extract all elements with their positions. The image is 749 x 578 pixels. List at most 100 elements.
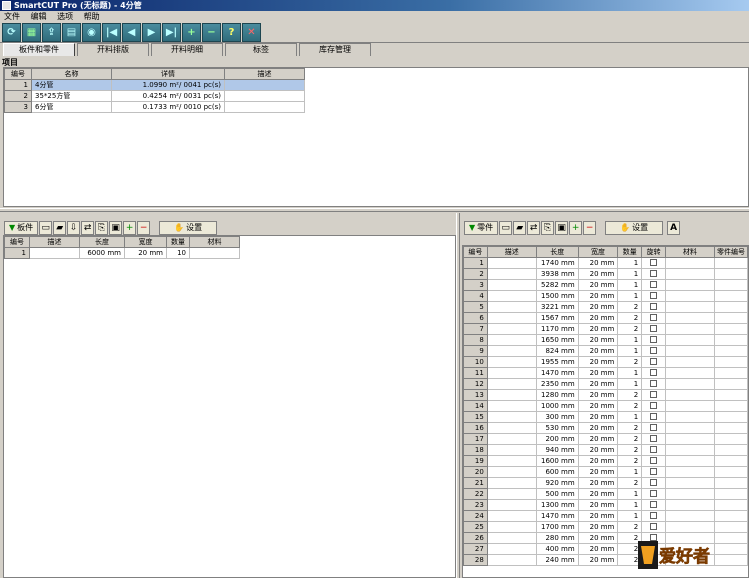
column-header[interactable]: 描述 xyxy=(29,236,80,248)
part-number[interactable] xyxy=(713,257,748,269)
part-description[interactable] xyxy=(486,466,537,478)
part-number[interactable] xyxy=(713,422,748,434)
part-description[interactable] xyxy=(486,510,537,522)
table-row[interactable]: 12 2350 mm 20 mm 1 xyxy=(463,378,748,390)
part-quantity[interactable]: 2 xyxy=(617,301,643,313)
row-number[interactable]: 25 xyxy=(463,521,488,533)
remove-row-icon[interactable]: − xyxy=(583,220,597,235)
part-length[interactable]: 1650 mm xyxy=(535,334,579,346)
menu-help[interactable]: 帮助 xyxy=(80,11,104,22)
part-material[interactable] xyxy=(665,323,715,335)
rotate-checkbox[interactable] xyxy=(650,324,658,332)
table-row[interactable]: 13 1280 mm 20 mm 2 xyxy=(463,389,748,401)
part-number[interactable] xyxy=(713,411,748,423)
table-row[interactable]: 11 1470 mm 20 mm 1 xyxy=(463,367,748,379)
part-material[interactable] xyxy=(665,356,715,368)
row-number[interactable]: 3 xyxy=(463,279,488,291)
table-row[interactable]: 1 4分管 1.0990 m²/ 0041 pc(s) xyxy=(4,79,305,91)
table-row[interactable]: 7 1170 mm 20 mm 2 xyxy=(463,323,748,335)
rotate-checkbox[interactable] xyxy=(650,258,658,266)
table-row[interactable]: 2 3938 mm 20 mm 1 xyxy=(463,268,748,280)
remove-icon[interactable]: − xyxy=(202,23,221,42)
menu-edit[interactable]: 编辑 xyxy=(27,11,51,22)
rotate-checkbox[interactable] xyxy=(650,522,658,530)
row-number[interactable]: 21 xyxy=(463,477,488,489)
part-width[interactable]: 20 mm xyxy=(577,290,619,302)
part-width[interactable]: 20 mm xyxy=(577,400,619,412)
column-header[interactable]: 编号 xyxy=(463,246,488,258)
part-description[interactable] xyxy=(486,367,537,379)
part-description[interactable] xyxy=(486,444,537,456)
part-description[interactable] xyxy=(486,422,537,434)
help-icon[interactable]: ? xyxy=(222,23,241,42)
row-number[interactable]: 2 xyxy=(463,268,488,280)
column-header[interactable]: 材料 xyxy=(189,236,240,248)
part-length[interactable]: 200 mm xyxy=(535,433,579,445)
part-material[interactable] xyxy=(665,499,715,511)
table-row[interactable]: 23 1300 mm 20 mm 1 xyxy=(463,499,748,511)
row-number[interactable]: 28 xyxy=(463,554,488,566)
part-length[interactable]: 1567 mm xyxy=(535,312,579,324)
row-number[interactable]: 16 xyxy=(463,422,488,434)
row-number[interactable]: 1 xyxy=(4,79,32,91)
part-number[interactable] xyxy=(713,455,748,467)
row-number[interactable]: 18 xyxy=(463,444,488,456)
save-icon[interactable]: ▣ xyxy=(555,220,569,235)
part-quantity[interactable]: 2 xyxy=(617,323,643,335)
part-width[interactable]: 20 mm xyxy=(577,279,619,291)
part-number[interactable] xyxy=(713,334,748,346)
part-quantity[interactable]: 2 xyxy=(617,356,643,368)
part-length[interactable]: 1170 mm xyxy=(535,323,579,335)
rotate-checkbox[interactable] xyxy=(650,280,658,288)
part-quantity[interactable]: 1 xyxy=(617,488,643,500)
open-icon[interactable]: ▰ xyxy=(513,220,527,235)
add-part-button[interactable]: ▼ 零件 xyxy=(464,220,499,235)
table-row[interactable]: 8 1650 mm 20 mm 1 xyxy=(463,334,748,346)
table-row[interactable]: 3 6分管 0.1733 m²/ 0010 pc(s) xyxy=(4,101,305,113)
part-quantity[interactable]: 2 xyxy=(617,422,643,434)
project-name[interactable]: 4分管 xyxy=(31,79,112,91)
part-width[interactable]: 20 mm xyxy=(577,422,619,434)
part-description[interactable] xyxy=(486,554,537,566)
part-width[interactable]: 20 mm xyxy=(577,554,619,566)
part-description[interactable] xyxy=(486,312,537,324)
part-width[interactable]: 20 mm xyxy=(577,521,619,533)
table-row[interactable]: 24 1470 mm 20 mm 1 xyxy=(463,510,748,522)
rotate-checkbox[interactable] xyxy=(650,445,658,453)
part-quantity[interactable]: 2 xyxy=(617,477,643,489)
part-number[interactable] xyxy=(713,378,748,390)
row-number[interactable]: 20 xyxy=(463,466,488,478)
table-row[interactable]: 22 500 mm 20 mm 1 xyxy=(463,488,748,500)
part-number[interactable] xyxy=(713,444,748,456)
part-quantity[interactable]: 1 xyxy=(617,257,643,269)
board-length[interactable]: 6000 mm xyxy=(79,247,125,259)
row-number[interactable]: 5 xyxy=(463,301,488,313)
print-icon[interactable]: ▤ xyxy=(62,23,81,42)
part-number[interactable] xyxy=(713,521,748,533)
part-material[interactable] xyxy=(665,268,715,280)
row-number[interactable]: 26 xyxy=(463,532,488,544)
part-width[interactable]: 20 mm xyxy=(577,499,619,511)
part-number[interactable] xyxy=(713,466,748,478)
refresh-icon[interactable]: ⟳ xyxy=(2,23,21,42)
part-width[interactable]: 20 mm xyxy=(577,477,619,489)
board-quantity[interactable]: 10 xyxy=(166,247,190,259)
part-quantity[interactable]: 2 xyxy=(617,521,643,533)
rotate-checkbox[interactable] xyxy=(650,302,658,310)
part-number[interactable] xyxy=(713,389,748,401)
table-row[interactable]: 5 3221 mm 20 mm 2 xyxy=(463,301,748,313)
part-description[interactable] xyxy=(486,334,537,346)
part-width[interactable]: 20 mm xyxy=(577,543,619,555)
part-width[interactable]: 20 mm xyxy=(577,323,619,335)
part-quantity[interactable]: 1 xyxy=(617,279,643,291)
part-length[interactable]: 240 mm xyxy=(535,554,579,566)
row-number[interactable]: 2 xyxy=(4,90,32,102)
table-row[interactable]: 2 35*25方管 0.4254 m²/ 0031 pc(s) xyxy=(4,90,305,102)
add-row-icon[interactable]: + xyxy=(123,220,137,235)
part-quantity[interactable]: 2 xyxy=(617,444,643,456)
project-detail[interactable]: 0.4254 m²/ 0031 pc(s) xyxy=(111,90,225,102)
row-number[interactable]: 15 xyxy=(463,411,488,423)
part-description[interactable] xyxy=(486,411,537,423)
part-description[interactable] xyxy=(486,532,537,544)
rotate-checkbox[interactable] xyxy=(650,401,658,409)
